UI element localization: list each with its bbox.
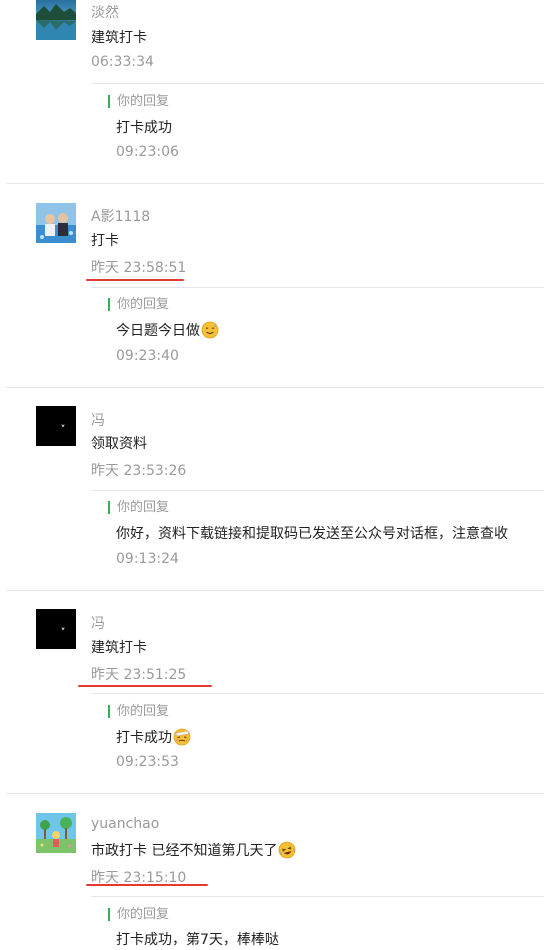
landscape-avatar-icon — [36, 0, 76, 40]
message-time: 06:33:34 — [91, 54, 154, 70]
highlight-underline — [78, 685, 212, 687]
username: 淡然 — [91, 5, 119, 21]
highlight-underline — [86, 279, 184, 281]
message-text: 领取资料 — [91, 436, 147, 452]
reply-label: 你的回复 — [108, 298, 169, 311]
reply-time: 09:23:53 — [116, 754, 179, 770]
reply-divider — [91, 896, 544, 897]
reply-time: 09:23:06 — [116, 144, 179, 160]
username: yuanchao — [91, 816, 160, 832]
reply-text: 你好，资料下载链接和提取码已发送至公众号对话框，注意查收 — [116, 526, 508, 542]
reply-text: 打卡成功 — [116, 730, 172, 746]
black-avatar-icon — [36, 406, 76, 446]
user-avatar[interactable] — [36, 203, 76, 243]
reply-divider — [91, 83, 544, 84]
reply-time: 09:13:24 — [116, 551, 179, 567]
message-divider — [6, 793, 544, 794]
user-avatar[interactable] — [36, 406, 76, 446]
sweat-smile-emoji-icon — [201, 321, 219, 339]
user-avatar[interactable] — [36, 0, 76, 40]
black-avatar-icon — [36, 609, 76, 649]
laughing-tears-emoji-icon — [278, 841, 296, 859]
highlight-underline — [86, 884, 208, 886]
username: A影1118 — [91, 209, 151, 225]
photo-avatar-icon — [36, 203, 76, 243]
user-avatar[interactable] — [36, 813, 76, 853]
user-avatar[interactable] — [36, 609, 76, 649]
reply-label: 你的回复 — [108, 705, 169, 718]
reply-divider — [91, 490, 544, 491]
message-divider — [6, 590, 544, 591]
reply-text: 今日题今日做 — [116, 323, 200, 339]
reply-text: 打卡成功 — [116, 120, 172, 136]
reply-label: 你的回复 — [108, 908, 169, 921]
message-text: 打卡 — [91, 233, 119, 249]
reply-label: 你的回复 — [108, 95, 169, 108]
reply-line: 打卡成功 — [116, 728, 191, 748]
message-text: 建筑打卡 — [91, 30, 147, 46]
reply-divider — [91, 693, 544, 694]
message-time: 昨天 23:51:25 — [91, 667, 187, 683]
message-feed: 淡然 建筑打卡 06:33:34 你的回复 打卡成功 09:23:06 A影11… — [0, 0, 544, 950]
message-text: 建筑打卡 — [91, 640, 147, 656]
cartoon-avatar-icon — [36, 813, 76, 853]
bandage-face-emoji-icon — [173, 728, 191, 746]
message-time: 昨天 23:58:51 — [91, 260, 187, 276]
reply-divider — [91, 287, 544, 288]
message-divider — [6, 387, 544, 388]
message-line: 市政打卡 已经不知道第几天了 — [91, 841, 296, 861]
message-divider — [6, 183, 544, 184]
username: 冯 — [91, 413, 105, 429]
reply-time: 09:23:40 — [116, 348, 179, 364]
reply-label: 你的回复 — [108, 501, 169, 514]
reply-text: 打卡成功，第7天，棒棒哒 — [116, 932, 279, 948]
username: 冯 — [91, 616, 105, 632]
reply-line: 今日题今日做 — [116, 321, 219, 341]
message-text: 市政打卡 已经不知道第几天了 — [91, 843, 278, 859]
message-time: 昨天 23:53:26 — [91, 463, 187, 479]
